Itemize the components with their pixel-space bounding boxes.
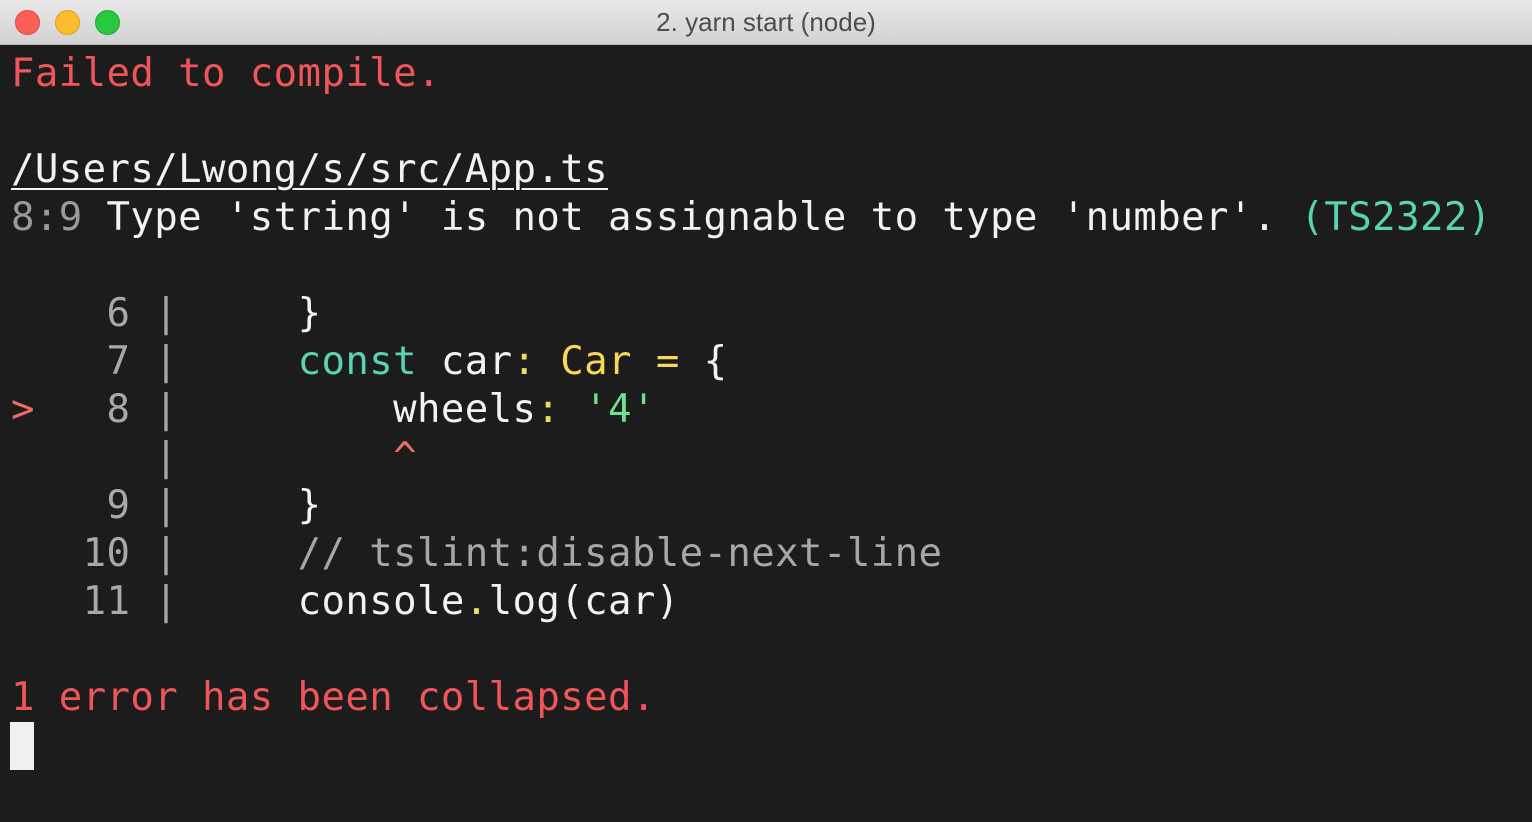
code-frame-line: 7 | const car: Car = { bbox=[11, 338, 728, 386]
code-frame-line: > 8 | wheels: '4' bbox=[11, 386, 656, 434]
terminal-output[interactable]: Failed to compile. /Users/Lwong/s/src/Ap… bbox=[0, 46, 1532, 822]
code-frame-line: 6 | } bbox=[11, 290, 322, 338]
collapsed-errors-message: 1 error has been collapsed. bbox=[11, 675, 656, 720]
code-token: '4' bbox=[560, 387, 656, 432]
line-number: 8 | bbox=[34, 387, 179, 432]
code-token: : bbox=[512, 339, 537, 384]
code-token: // tslint:disable-next-line bbox=[297, 531, 943, 576]
error-line-marker bbox=[11, 435, 35, 480]
code-frame-line: 9 | } bbox=[11, 482, 322, 530]
error-line: 8:9 Type 'string' is not assignable to t… bbox=[11, 194, 1492, 242]
error-line-marker: > bbox=[11, 387, 35, 432]
error-code: (TS2322) bbox=[1300, 195, 1492, 240]
error-line-marker bbox=[11, 579, 35, 624]
code-frame-line: | ^ bbox=[11, 434, 417, 482]
line-number: 7 | bbox=[34, 339, 179, 384]
error-line-marker bbox=[11, 531, 35, 576]
error-message: Type 'string' is not assignable to type … bbox=[106, 195, 1277, 240]
line-number: 6 | bbox=[34, 291, 179, 336]
code-token: const bbox=[297, 339, 417, 384]
code-token: ^ bbox=[393, 435, 417, 480]
line-number: 9 | bbox=[34, 483, 179, 528]
code-token: { bbox=[679, 339, 728, 384]
code-token: } bbox=[297, 291, 322, 336]
code-frame-line: 11 | console.log(car) bbox=[11, 578, 680, 626]
line-number: 11 | bbox=[34, 579, 179, 624]
code-token: console bbox=[297, 579, 465, 624]
code-token: wheels bbox=[393, 387, 537, 432]
line-number: 10 | bbox=[34, 531, 179, 576]
error-location: 8:9 bbox=[11, 195, 83, 240]
error-line-marker bbox=[11, 291, 35, 336]
terminal-window: 2. yarn start (node) Failed to compile. … bbox=[0, 0, 1532, 822]
code-token: car bbox=[416, 339, 513, 384]
error-line-marker bbox=[11, 483, 35, 528]
terminal-cursor bbox=[10, 722, 34, 770]
code-token: . bbox=[464, 579, 489, 624]
error-line-marker bbox=[11, 339, 35, 384]
line-number: | bbox=[34, 435, 179, 480]
title-bar[interactable]: 2. yarn start (node) bbox=[0, 0, 1532, 45]
window-title: 2. yarn start (node) bbox=[656, 7, 876, 37]
code-token: log(car) bbox=[488, 579, 680, 624]
code-token: : bbox=[536, 387, 561, 432]
code-token: } bbox=[297, 483, 322, 528]
code-token: = bbox=[631, 339, 680, 384]
code-token: Car bbox=[536, 339, 632, 384]
code-frame-line: 10 | // tslint:disable-next-line bbox=[11, 530, 942, 578]
error-file-path: /Users/Lwong/s/src/App.ts bbox=[11, 147, 608, 192]
compile-failed-message: Failed to compile. bbox=[11, 51, 441, 96]
